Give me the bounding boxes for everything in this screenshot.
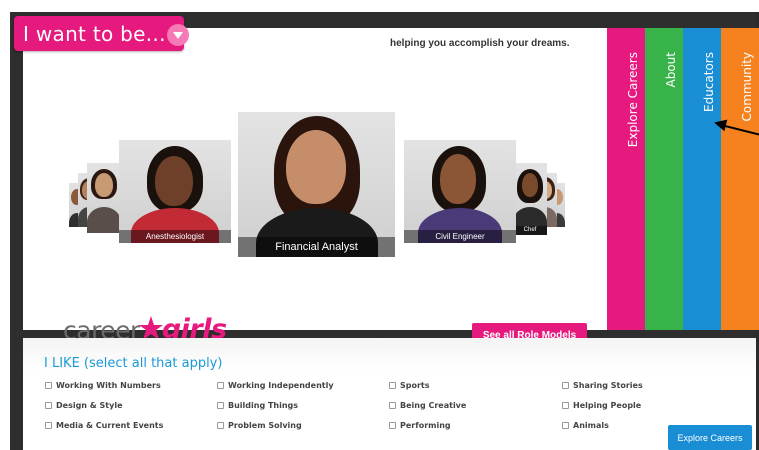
role-model-financial-analyst[interactable]: Financial Analyst: [238, 112, 395, 257]
role-model-civil-engineer[interactable]: Civil Engineer: [404, 140, 516, 243]
checkbox-icon[interactable]: [217, 422, 224, 429]
role-model-caption: Anesthesiologist: [119, 230, 231, 243]
tab-community[interactable]: Community: [721, 28, 759, 330]
tab-about[interactable]: About: [645, 28, 683, 330]
frame-top: [0, 0, 759, 12]
option-checkbox[interactable]: Problem Solving: [217, 421, 302, 430]
option-checkbox[interactable]: Working Independently: [217, 381, 334, 390]
role-model-anesthesiologist[interactable]: Anesthesiologist: [119, 140, 231, 243]
tab-label: Educators: [702, 52, 716, 112]
checkbox-icon[interactable]: [389, 402, 396, 409]
chevron-down-icon[interactable]: [167, 24, 189, 46]
checkbox-icon[interactable]: [217, 382, 224, 389]
option-checkbox[interactable]: Performing: [389, 421, 451, 430]
checkbox-icon[interactable]: [389, 382, 396, 389]
checkbox-icon[interactable]: [45, 402, 52, 409]
option-checkbox[interactable]: Media & Current Events: [45, 421, 163, 430]
option-checkbox[interactable]: Building Things: [217, 401, 298, 410]
checkbox-icon[interactable]: [389, 422, 396, 429]
option-checkbox[interactable]: Sports: [389, 381, 430, 390]
option-checkbox[interactable]: Working With Numbers: [45, 381, 161, 390]
hero-panel: Anesthesiologist Chef Civil Engineer Fin…: [23, 28, 607, 347]
likes-title: I LIKE (select all that apply): [44, 356, 223, 371]
option-checkbox[interactable]: Sharing Stories: [562, 381, 643, 390]
explore-careers-button[interactable]: Explore Careers: [668, 425, 752, 450]
checkbox-icon[interactable]: [562, 402, 569, 409]
role-model-photo[interactable]: [87, 163, 121, 233]
tab-label: Explore Careers: [626, 52, 640, 148]
role-model-caption: Financial Analyst: [238, 237, 395, 257]
tagline: helping you accomplish your dreams.: [390, 38, 570, 49]
role-model-caption: Civil Engineer: [404, 230, 516, 243]
frame-left: [0, 12, 10, 450]
option-checkbox[interactable]: Being Creative: [389, 401, 466, 410]
likes-panel: I LIKE (select all that apply) Working W…: [23, 338, 756, 450]
tab-label: Community: [740, 52, 754, 122]
checkbox-icon[interactable]: [562, 382, 569, 389]
option-checkbox[interactable]: Animals: [562, 421, 609, 430]
checkbox-icon[interactable]: [45, 382, 52, 389]
checkbox-icon[interactable]: [45, 422, 52, 429]
role-model-caption: Chef: [513, 226, 547, 235]
role-model-carousel[interactable]: Anesthesiologist Chef Civil Engineer Fin…: [23, 28, 607, 330]
option-checkbox[interactable]: Helping People: [562, 401, 641, 410]
i-want-to-be-dropdown[interactable]: I want to be...: [14, 16, 189, 51]
tab-label: About: [664, 52, 678, 88]
role-model-chef[interactable]: Chef: [513, 163, 547, 235]
option-checkbox[interactable]: Design & Style: [45, 401, 123, 410]
checkbox-icon[interactable]: [562, 422, 569, 429]
dropdown-label: I want to be...: [23, 21, 166, 46]
tab-explore-careers[interactable]: Explore Careers: [607, 28, 645, 330]
checkbox-icon[interactable]: [217, 402, 224, 409]
tab-educators[interactable]: Educators: [683, 28, 721, 330]
page: Anesthesiologist Chef Civil Engineer Fin…: [0, 0, 759, 450]
